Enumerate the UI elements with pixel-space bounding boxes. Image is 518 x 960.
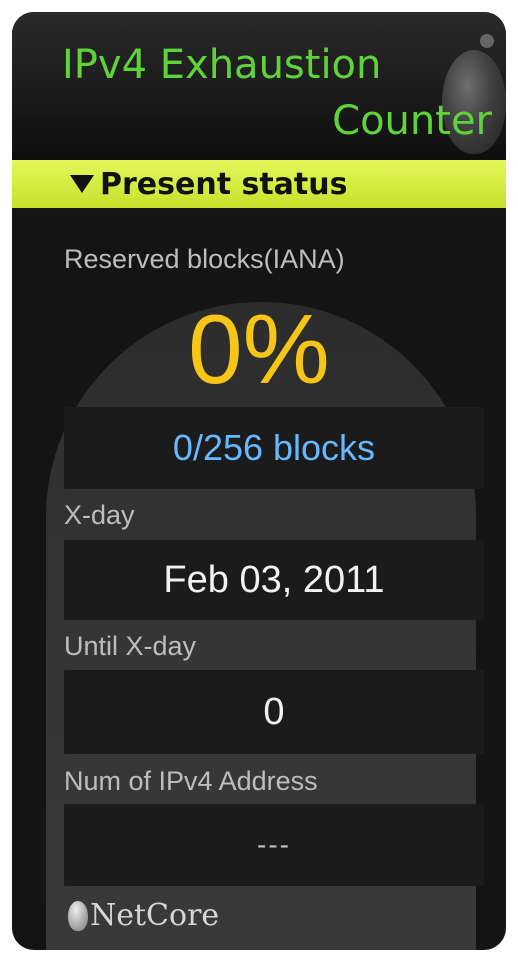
until-xday-box: 0 bbox=[64, 670, 484, 754]
blocks-count-value: 0/256 blocks bbox=[172, 427, 376, 468]
xday-box: Feb 03, 2011 bbox=[64, 540, 484, 620]
netcore-logo-icon bbox=[68, 900, 88, 931]
triangle-down-icon bbox=[70, 175, 94, 193]
close-icon[interactable] bbox=[480, 34, 494, 48]
brand-name: NetCore bbox=[90, 898, 220, 933]
netcore-brand[interactable]: NetCore bbox=[68, 898, 219, 933]
title-line-2: Counter bbox=[332, 98, 492, 144]
until-xday-label: Until X-day bbox=[64, 631, 197, 661]
gadget-header: IPv4 Exhaustion Counter bbox=[12, 12, 506, 160]
xday-label: X-day bbox=[64, 500, 135, 530]
num-addresses-label: Num of IPv4 Address bbox=[64, 766, 318, 796]
title-line-1: IPv4 Exhaustion bbox=[62, 42, 382, 88]
reserved-blocks-label: Reserved blocks(IANA) bbox=[64, 244, 345, 274]
reserved-percent-value: 0% bbox=[188, 294, 330, 404]
blocks-box: 0/256 blocks bbox=[64, 407, 484, 489]
present-status-label: Present status bbox=[100, 166, 348, 202]
num-addresses-box: --- bbox=[64, 804, 484, 886]
until-xday-value: 0 bbox=[263, 690, 285, 733]
xday-value: Feb 03, 2011 bbox=[163, 558, 385, 601]
present-status-toggle[interactable]: Present status bbox=[12, 160, 506, 208]
ipv4-counter-gadget: IPv4 Exhaustion Counter Present status R… bbox=[12, 12, 506, 950]
num-addresses-value: --- bbox=[257, 829, 291, 860]
